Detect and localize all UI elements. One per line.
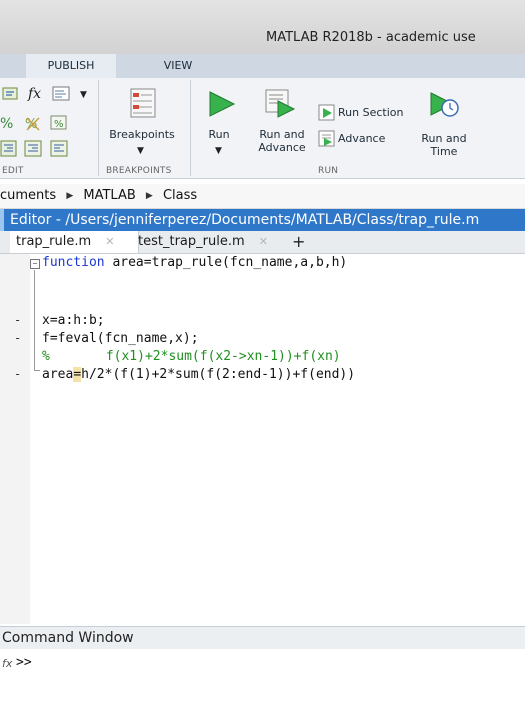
code-fold-minus-icon[interactable]: − [30,259,40,269]
indent-icon[interactable] [0,140,18,158]
code-text: area=trap_rule(fcn_name,a,b,h) [104,255,348,270]
chevron-down-icon[interactable]: ▼ [137,146,144,156]
panel-marker [0,209,4,231]
close-icon[interactable]: ✕ [105,235,114,248]
advance-icon[interactable] [318,130,336,148]
section-label-breakpoints: BREAKPOINTS [106,166,172,176]
breadcrumb-item-matlab[interactable]: MATLAB [83,184,135,208]
file-tab-test-trap-rule[interactable]: test_trap_rule.m ✕ [132,231,288,253]
svg-text:fx: fx [27,86,41,102]
breakpoint-dash[interactable]: - [14,313,21,327]
editor-title: Editor - /Users/jenniferperez/Documents/… [10,212,480,228]
command-window-title: Command Window [0,627,525,649]
new-tab-plus-icon[interactable]: + [292,231,305,253]
run-section-label[interactable]: Run Section [338,106,414,119]
chevron-down-icon[interactable]: ▼ [215,146,222,156]
editor-title-bar: Editor - /Users/jenniferperez/Documents/… [0,209,525,231]
smart-indent-icon[interactable] [24,140,44,158]
percent-comment-icon[interactable]: % [0,114,18,132]
comment-icon[interactable] [2,86,20,102]
breakpoints-label[interactable]: Breakpoints [104,128,180,141]
uncomment-icon[interactable]: % [24,114,44,132]
run-and-time-icon[interactable] [428,90,460,120]
file-tab-label: test_trap_rule.m [138,234,245,249]
code-fold-line [34,270,35,370]
breakpoint-dash[interactable]: - [14,367,21,381]
section-label-run: RUN [318,166,339,176]
comment-text: f(x1)+2*sum(f(x2->xn-1))+f(xn) [105,349,341,364]
window-title-bar: MATLAB R2018b - academic use [0,0,525,54]
code-line-7: area=h/2*(f(1)+2*sum(f(2:end-1))+f(end)) [42,367,355,382]
run-section-icon[interactable] [318,104,336,122]
highlighted-equals: = [73,367,82,382]
code-text: h/2*(f(1)+2*sum(f(2:end-1))+f(end)) [81,367,356,382]
insert-function-icon[interactable]: fx [26,84,46,102]
svg-text:%: % [54,119,64,130]
fx-icon[interactable]: fx [2,657,12,670]
code-line-4: x=a:h:b; [42,313,105,328]
close-icon[interactable]: ✕ [259,235,268,248]
code-line-1: function area=trap_rule(fcn_name,a,b,h) [42,255,347,270]
toolstrip-tab-bar: PUBLISH VIEW [0,54,525,78]
run-and-advance-label-line2: Advance [258,141,306,154]
tab-publish[interactable]: PUBLISH [26,54,116,78]
run-icon[interactable] [206,90,236,118]
code-line-6: % f(x1)+2*sum(f(x2->xn-1))+f(xn) [42,349,341,364]
chevron-down-icon[interactable]: ▼ [80,90,87,100]
run-and-time-label-line2: Time [430,145,458,158]
outdent-icon[interactable] [50,140,70,158]
run-and-advance-label-line1: Run and [259,128,305,141]
editor-file-tabs: trap_rule.m ✕ test_trap_rule.m ✕ + [0,231,525,254]
toolstrip-divider [190,80,191,176]
svg-text:%: % [0,116,13,132]
wrap-comments-icon[interactable]: % [50,114,70,132]
keyword-function: function [42,255,105,270]
breadcrumb: cuments ▶ MATLAB ▶ Class [0,184,525,209]
run-label[interactable]: Run [196,128,242,141]
breadcrumb-item-class[interactable]: Class [163,184,197,208]
comment-marker: % [42,349,50,364]
breakpoint-dash[interactable]: - [14,331,21,345]
run-and-advance-icon[interactable] [264,88,296,118]
code-line-5: f=feval(fcn_name,x); [42,331,199,346]
breadcrumb-item-documents[interactable]: cuments [0,184,56,208]
insert-section-icon[interactable] [52,86,72,102]
tab-view[interactable]: VIEW [128,54,228,78]
chevron-right-icon: ▶ [145,191,153,201]
breakpoints-icon[interactable] [128,88,158,118]
file-tab-trap-rule[interactable]: trap_rule.m ✕ [10,231,139,253]
chevron-right-icon: ▶ [66,191,74,201]
editor-gutter [0,254,30,624]
window-title: MATLAB R2018b - academic use [266,30,476,45]
advance-label[interactable]: Advance [338,132,408,145]
code-editor[interactable]: − function area=trap_rule(fcn_name,a,b,h… [0,254,525,624]
run-and-time-label[interactable]: Run and Time [414,132,474,158]
section-label-edit: EDIT [2,166,24,176]
code-text: area [42,367,74,382]
command-prompt[interactable]: >> [16,655,32,670]
toolstrip-divider [98,80,99,176]
code-fold-end [34,370,40,371]
run-and-advance-label[interactable]: Run and Advance [252,128,312,154]
run-and-time-label-line1: Run and [421,132,467,145]
command-window[interactable]: Command Window fx >> [0,626,525,701]
file-tab-label: trap_rule.m [16,234,92,249]
